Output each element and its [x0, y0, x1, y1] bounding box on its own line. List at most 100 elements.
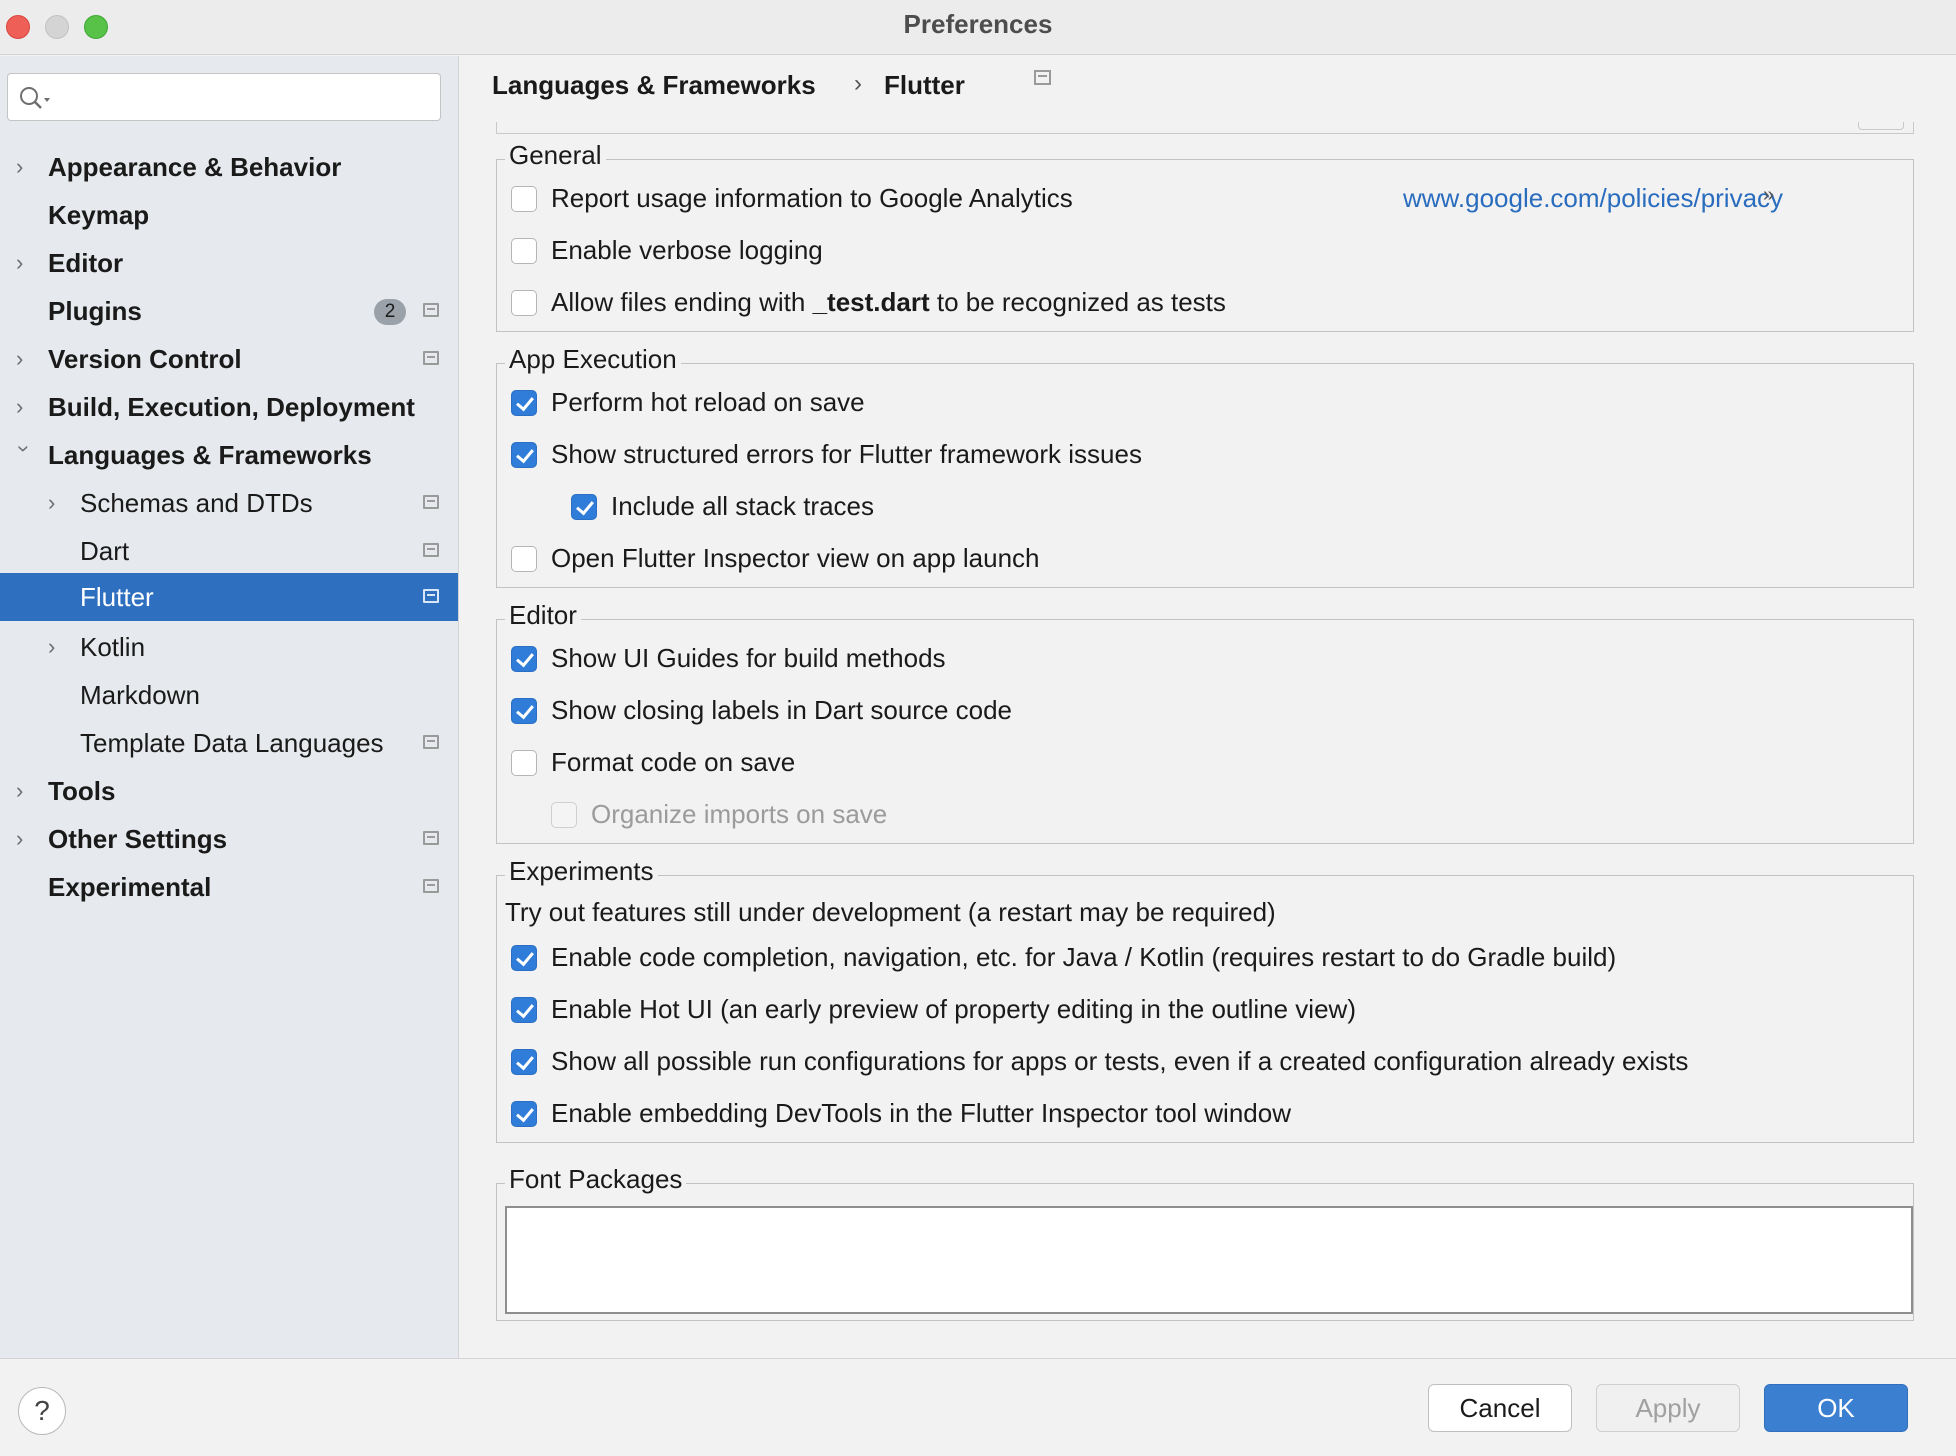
sidebar-item-tools[interactable]: › Tools — [0, 767, 458, 815]
sidebar-item-schemas-dtds[interactable]: › Schemas and DTDs — [0, 479, 458, 527]
group-title: Editor — [505, 600, 581, 631]
privacy-policy-link[interactable]: www.google.com/policies/privacy — [1403, 183, 1783, 214]
chevron-down-icon[interactable]: › — [12, 445, 37, 465]
test-files-pattern: _test.dart — [812, 287, 930, 317]
sidebar-item-label: Other Settings — [48, 824, 228, 854]
title-bar: Preferences — [0, 0, 1956, 55]
sidebar-item-editor[interactable]: › Editor — [0, 239, 458, 287]
sidebar-item-build-execution-deployment[interactable]: › Build, Execution, Deployment — [0, 383, 458, 431]
hot-reload-checkbox[interactable] — [511, 390, 537, 416]
preferences-window: Preferences › Appearance & Behavior Keym… — [0, 0, 1956, 1456]
sidebar-item-label: Schemas and DTDs — [80, 488, 313, 518]
sidebar-item-template-data-languages[interactable]: Template Data Languages — [0, 719, 458, 767]
external-link-icon[interactable]: » — [1763, 184, 1774, 207]
group-title: Experiments — [505, 856, 658, 887]
font-packages-group: Font Packages — [496, 1164, 1914, 1321]
organize-imports-checkbox — [551, 802, 577, 828]
sidebar-item-dart[interactable]: Dart — [0, 527, 458, 575]
sidebar-item-version-control[interactable]: › Version Control — [0, 335, 458, 383]
sidebar-item-label: Languages & Frameworks — [48, 440, 372, 470]
code-completion-label: Enable code completion, navigation, etc.… — [551, 942, 1617, 972]
sidebar-item-label: Template Data Languages — [80, 728, 384, 758]
test-files-suffix: to be recognized as tests — [929, 287, 1226, 317]
test-files-checkbox[interactable] — [511, 290, 537, 316]
chevron-right-icon[interactable]: › — [48, 635, 68, 659]
search-icon — [20, 87, 50, 109]
general-group: General Report usage information to Goog… — [496, 140, 1914, 332]
structured-errors-checkbox[interactable] — [511, 442, 537, 468]
sidebar-item-flutter[interactable]: Flutter — [0, 573, 458, 621]
scrolled-control-edge — [1858, 122, 1904, 130]
sidebar-item-label: Flutter — [80, 582, 154, 612]
sidebar-item-label: Markdown — [80, 680, 200, 710]
stack-traces-label: Include all stack traces — [611, 491, 875, 521]
test-files-label: Allow files ending with _test.dart to be… — [551, 287, 1226, 318]
font-packages-textarea[interactable] — [505, 1206, 1913, 1314]
sidebar-item-languages-frameworks[interactable]: › Languages & Frameworks — [0, 431, 458, 479]
chevron-right-icon[interactable]: › — [16, 251, 36, 275]
settings-content: Languages & Frameworks › Flutter General… — [460, 56, 1956, 1358]
hot-ui-label: Enable Hot UI (an early preview of prope… — [551, 994, 1356, 1024]
sidebar-item-label: Dart — [80, 536, 130, 566]
sidebar-item-experimental[interactable]: Experimental — [0, 863, 458, 911]
group-title: App Execution — [505, 344, 681, 375]
experiments-group: Experiments Try out features still under… — [496, 856, 1914, 1143]
sidebar-item-other-settings[interactable]: › Other Settings — [0, 815, 458, 863]
format-on-save-checkbox[interactable] — [511, 750, 537, 776]
sidebar-item-markdown[interactable]: Markdown — [0, 671, 458, 719]
ui-guides-label: Show UI Guides for build methods — [551, 643, 946, 673]
sidebar-item-label: Version Control — [48, 344, 242, 374]
help-button[interactable]: ? — [18, 1387, 66, 1435]
ok-button[interactable]: OK — [1764, 1384, 1908, 1432]
project-settings-icon — [423, 303, 439, 317]
settings-search[interactable] — [7, 73, 441, 121]
breadcrumb-separator: › — [854, 70, 862, 97]
breadcrumb-parent[interactable]: Languages & Frameworks — [492, 70, 816, 101]
app-execution-group: App Execution Perform hot reload on save… — [496, 344, 1914, 588]
sidebar-item-kotlin[interactable]: › Kotlin — [0, 623, 458, 671]
group-title: Font Packages — [505, 1164, 687, 1195]
scrolled-panel-edge — [496, 122, 1914, 134]
structured-errors-label: Show structured errors for Flutter frame… — [551, 439, 1142, 469]
chevron-right-icon[interactable]: › — [48, 491, 68, 515]
chevron-right-icon[interactable]: › — [16, 347, 36, 371]
open-inspector-checkbox[interactable] — [511, 546, 537, 572]
experiments-description: Try out features still under development… — [505, 897, 1276, 927]
project-settings-icon — [423, 879, 439, 893]
code-completion-checkbox[interactable] — [511, 945, 537, 971]
report-usage-checkbox[interactable] — [511, 186, 537, 212]
project-settings-icon — [423, 543, 439, 557]
project-settings-icon — [423, 495, 439, 509]
chevron-right-icon[interactable]: › — [16, 779, 36, 803]
format-on-save-label: Format code on save — [551, 747, 796, 777]
group-title: General — [505, 140, 606, 171]
chevron-right-icon[interactable]: › — [16, 395, 36, 419]
window-title: Preferences — [903, 9, 1053, 39]
cancel-button[interactable]: Cancel — [1428, 1384, 1572, 1432]
sidebar-item-appearance-behavior[interactable]: › Appearance & Behavior — [0, 143, 458, 191]
project-settings-icon — [1034, 70, 1051, 85]
organize-imports-label: Organize imports on save — [591, 799, 888, 829]
sidebar-item-label: Editor — [48, 248, 124, 278]
sidebar-item-keymap[interactable]: Keymap — [0, 191, 458, 239]
sidebar-item-label: Kotlin — [80, 632, 146, 662]
sidebar-item-label: Appearance & Behavior — [48, 152, 342, 182]
sidebar-item-plugins[interactable]: Plugins 2 — [0, 287, 458, 335]
devtools-checkbox[interactable] — [511, 1101, 537, 1127]
sidebar-item-label: Plugins — [48, 296, 142, 326]
hot-ui-checkbox[interactable] — [511, 997, 537, 1023]
sidebar-item-label: Build, Execution, Deployment — [48, 392, 415, 422]
run-configs-checkbox[interactable] — [511, 1049, 537, 1075]
stack-traces-checkbox[interactable] — [571, 494, 597, 520]
chevron-right-icon[interactable]: › — [16, 155, 36, 179]
ui-guides-checkbox[interactable] — [511, 646, 537, 672]
search-input[interactable] — [56, 80, 426, 114]
verbose-logging-checkbox[interactable] — [511, 238, 537, 264]
chevron-right-icon[interactable]: › — [16, 827, 36, 851]
sidebar-item-label: Keymap — [48, 200, 150, 230]
sidebar-item-label: Tools — [48, 776, 116, 806]
test-files-prefix: Allow files ending with — [551, 287, 813, 317]
closing-labels-checkbox[interactable] — [511, 698, 537, 724]
settings-sidebar: › Appearance & Behavior Keymap › Editor … — [0, 56, 459, 1358]
apply-button[interactable]: Apply — [1596, 1384, 1740, 1432]
